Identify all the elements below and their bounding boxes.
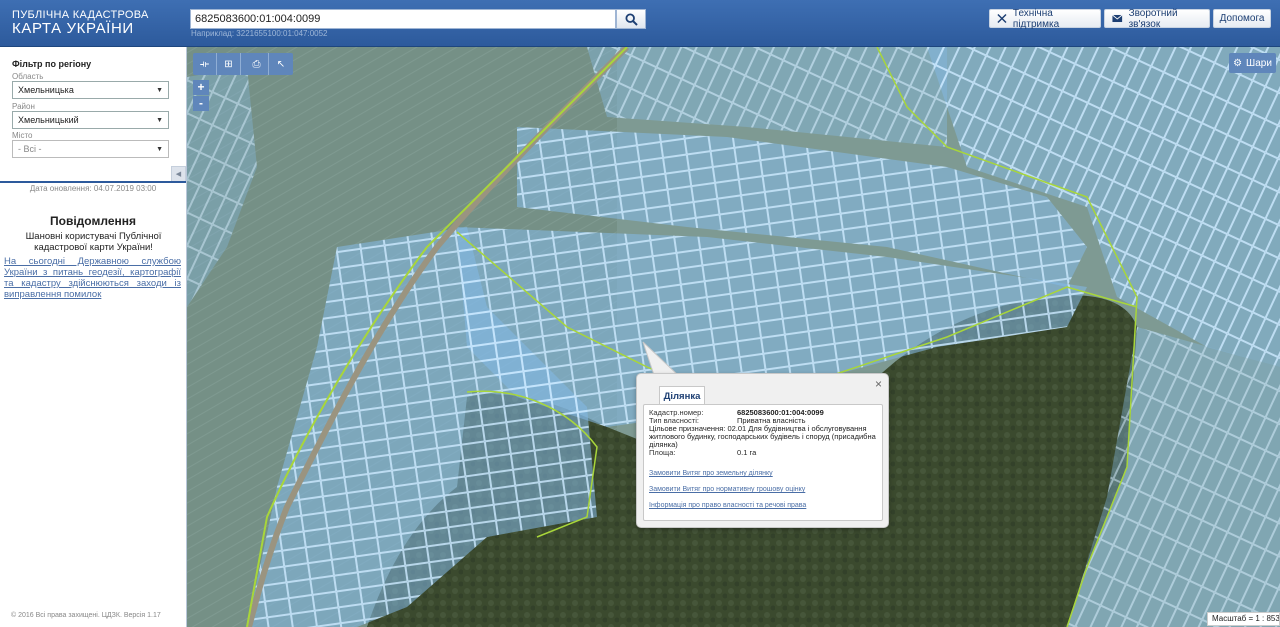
print-icon: ⎙ — [252, 58, 261, 70]
mail-icon — [1112, 14, 1123, 23]
chevron-down-icon: ▼ — [156, 145, 163, 153]
measure-distance-button[interactable]: ⟛ — [193, 53, 217, 75]
region-select[interactable]: Хмельницька ▼ — [12, 81, 169, 99]
city-select[interactable]: - Всі - ▼ — [12, 140, 169, 158]
order-extract-link[interactable]: Замовити Витяг про земельну ділянку — [649, 469, 877, 478]
header-bar: ПУБЛІЧНА КАДАСТРОВА КАРТА УКРАЇНИ Наприк… — [0, 0, 1280, 47]
area-icon: ⊞ — [224, 58, 233, 70]
feedback-label: Зворотний зв'язок — [1128, 7, 1178, 30]
ruler-icon: ⟛ — [199, 58, 210, 70]
field-value: 0.1 га — [737, 448, 757, 457]
field-key: Площа: — [649, 448, 676, 457]
tools-icon — [997, 13, 1007, 24]
map-toolbar: ⟛ ⊞ ⎙ ↖ — [193, 53, 293, 75]
layers-button[interactable]: ⚙ Шари — [1229, 53, 1276, 73]
help-label: Допомога — [1219, 13, 1265, 24]
scale-indicator: Масштаб = 1 : 8531 — [1207, 612, 1280, 626]
parcel-info: Кадастр.номер: 6825083600:01:004:0099 Ти… — [643, 404, 883, 521]
field-purpose-text: Цільове призначення: 02.01 Для будівницт… — [649, 425, 877, 449]
notice-title: Повідомлення — [50, 214, 136, 228]
parcel-popup: × Ділянка Кадастр.номер: 6825083600:01:0… — [636, 373, 889, 528]
copyright: © 2016 Всі права захищені. ЦДЗК. Версія … — [11, 612, 161, 619]
notice-body: Шановні користувачі Публічної кадастрово… — [25, 231, 162, 253]
app-root: ПУБЛІЧНА КАДАСТРОВА КАРТА УКРАЇНИ Наприк… — [0, 0, 1280, 627]
city-label: Місто — [12, 131, 33, 140]
support-label: Технічна підтримка — [1012, 7, 1060, 30]
sidebar-divider — [0, 181, 186, 183]
map-viewport[interactable]: ⟛ ⊞ ⎙ ↖ + - ⚙ Шари Масштаб = 1 : 8531 × … — [187, 47, 1280, 627]
chevron-down-icon: ▼ — [156, 86, 163, 94]
collapse-sidebar-button[interactable]: ◀ — [171, 166, 186, 182]
measure-area-button[interactable]: ⊞ — [217, 53, 241, 75]
support-button[interactable]: Технічна підтримка — [989, 7, 1101, 30]
search-button[interactable] — [616, 9, 646, 29]
tab-parcel[interactable]: Ділянка — [659, 386, 705, 405]
sidebar: Фільтр по регіону Область Хмельницька ▼ … — [0, 47, 187, 627]
update-date: Дата оновлення: 04.07.2019 03:00 — [29, 184, 157, 193]
chevron-down-icon: ▼ — [156, 116, 163, 124]
district-select[interactable]: Хмельницький ▼ — [12, 111, 169, 129]
site-logo[interactable]: ПУБЛІЧНА КАДАСТРОВА КАРТА УКРАЇНИ — [12, 9, 149, 37]
region-label: Область — [12, 72, 44, 81]
filter-title: Фільтр по регіону — [12, 59, 92, 69]
cadastral-search-input[interactable] — [190, 9, 616, 29]
gear-icon: ⚙ — [1233, 57, 1243, 69]
close-popup-button[interactable]: × — [875, 377, 882, 391]
field-purpose: Цільове призначення: 02.01 Для будівницт… — [649, 425, 877, 449]
map-canvas[interactable] — [187, 47, 1280, 627]
feedback-button[interactable]: Зворотний зв'язок — [1104, 7, 1210, 30]
cursor-help-icon: ↖ — [276, 58, 286, 70]
zoom-controls: + - — [193, 80, 209, 111]
district-label: Район — [12, 102, 35, 111]
layers-label: Шари — [1246, 57, 1272, 69]
help-button[interactable]: Допомога — [1213, 9, 1271, 28]
district-value: Хмельницький — [18, 115, 79, 125]
logo-line2: КАРТА УКРАЇНИ — [12, 20, 134, 37]
zoom-in-button[interactable]: + — [193, 80, 209, 95]
identify-button[interactable]: ↖ — [269, 53, 293, 75]
city-value: - Всі - — [18, 144, 42, 154]
field-area: Площа: 0.1 га — [649, 449, 877, 457]
chevron-left-icon: ◀ — [175, 171, 182, 178]
notice-link[interactable]: На сьогодні Державною службою України з … — [4, 256, 181, 300]
region-value: Хмельницька — [18, 85, 74, 95]
order-valuation-link[interactable]: Замовити Витяг про нормативну грошову оц… — [649, 485, 877, 494]
zoom-out-button[interactable]: - — [193, 96, 209, 111]
ownership-info-link[interactable]: Інформація про право власності та речові… — [649, 501, 877, 510]
search-icon — [624, 12, 638, 26]
search-hint: Наприклад: 3221655100:01:047:0052 — [191, 29, 328, 38]
print-button[interactable]: ⎙ — [245, 53, 269, 75]
